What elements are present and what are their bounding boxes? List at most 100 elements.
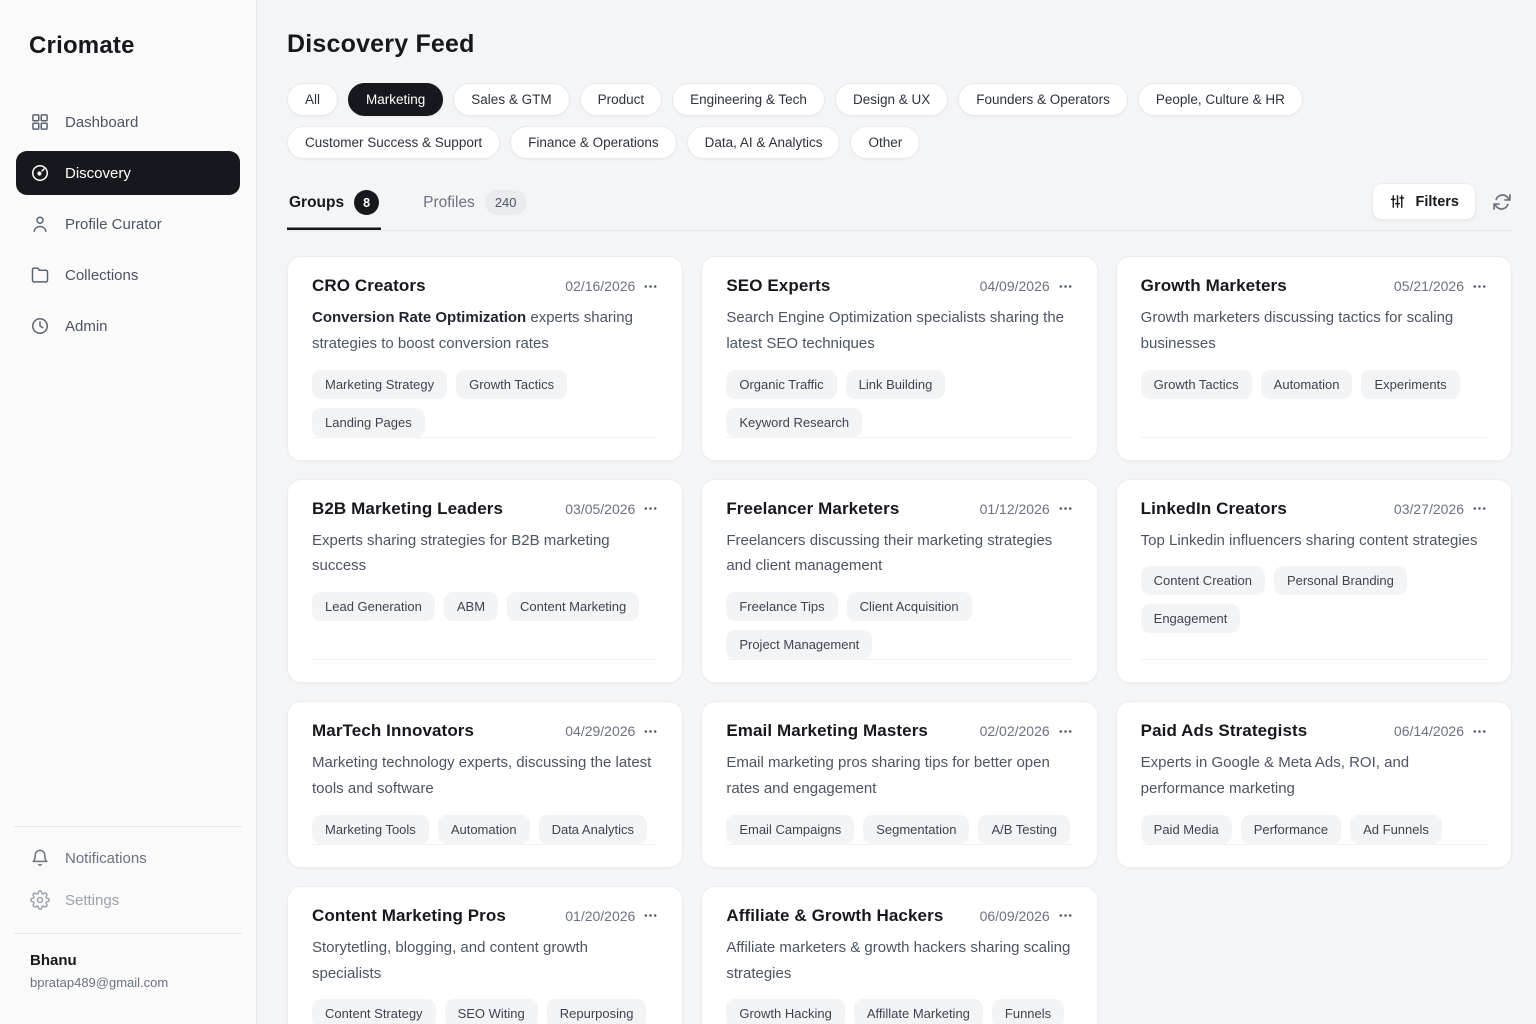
sidebar: Criomate DashboardDiscoveryProfile Curat… (0, 0, 257, 1024)
filter-chip-sales-gtm[interactable]: Sales & GTM (453, 83, 569, 116)
group-description: Experts sharing strategies for B2B marke… (312, 528, 658, 580)
group-tag: ABM (444, 592, 498, 621)
group-tag: Freelance Tips (726, 592, 837, 621)
group-meta: 02/16/2026 (565, 278, 658, 294)
ellipsis-menu-icon[interactable] (643, 279, 658, 294)
main-content: Discovery Feed AllMarketingSales & GTMPr… (257, 0, 1536, 1024)
group-tag: SEO Witing (445, 999, 538, 1024)
group-description: Conversion Rate Optimization experts sha… (312, 305, 658, 357)
groups-grid: CRO Creators 02/16/2026 Conversion Rate Op… (287, 256, 1512, 1024)
filters-button-label: Filters (1415, 194, 1459, 210)
filter-chip-data-ai-analytics[interactable]: Data, AI & Analytics (687, 126, 841, 159)
sidebar-item-dashboard[interactable]: Dashboard (16, 100, 240, 144)
ellipsis-menu-icon[interactable] (1472, 724, 1487, 739)
group-date: 04/09/2026 (980, 278, 1050, 294)
group-tag: Segmentation (863, 815, 969, 844)
group-date: 05/21/2026 (1394, 278, 1464, 294)
tab-groups[interactable]: Groups 8 (287, 186, 381, 230)
group-title: CRO Creators (312, 276, 426, 296)
group-card[interactable]: SEO Experts04/09/2026Search Engine Optim… (701, 256, 1097, 461)
sidebar-item-label: Discovery (65, 165, 131, 182)
group-card-header: Growth Marketers05/21/2026 (1141, 276, 1487, 296)
filter-chip-engineering-tech[interactable]: Engineering & Tech (672, 83, 825, 116)
group-meta: 01/12/2026 (980, 501, 1073, 517)
group-card[interactable]: Freelancer Marketers01/12/2026Freelancer… (701, 479, 1097, 684)
tabs: Groups 8 Profiles 240 (287, 186, 529, 230)
ellipsis-menu-icon[interactable] (643, 724, 658, 739)
group-tag: Paid Media (1141, 815, 1232, 844)
filter-chip-product[interactable]: Product (580, 83, 663, 116)
tabs-row: Groups 8 Profiles 240 Filters (287, 183, 1512, 231)
bell-icon (30, 848, 50, 868)
group-meta: 04/09/2026 (980, 278, 1073, 294)
group-date: 04/29/2026 (565, 723, 635, 739)
group-title: LinkedIn Creators (1141, 499, 1287, 519)
sidebar-item-notifications[interactable]: Notifications (16, 839, 240, 877)
filters-button[interactable]: Filters (1372, 183, 1476, 220)
user-block[interactable]: Bhanu bpratap489@gmail.com (16, 934, 240, 996)
group-meta: 06/09/2026 (980, 908, 1073, 924)
filter-chip-marketing[interactable]: Marketing (348, 83, 443, 116)
sidebar-item-collections[interactable]: Collections (16, 253, 240, 297)
filter-chip-all[interactable]: All (287, 83, 338, 116)
category-filter-chips: All Marketing Sales & GTM Product Engineerin… (287, 83, 1512, 159)
group-description: Experts in Google & Meta Ads, ROI, and p… (1141, 750, 1487, 802)
group-card[interactable]: Email Marketing Masters02/02/2026 Email m… (701, 701, 1097, 868)
group-tag: A/B Testing (978, 815, 1070, 844)
sidebar-item-label: Dashboard (65, 114, 138, 131)
group-card-header: Freelancer Marketers01/12/2026 (726, 499, 1072, 519)
filter-chip-founders-operators[interactable]: Founders & Operators (958, 83, 1128, 116)
ellipsis-menu-icon[interactable] (643, 501, 658, 516)
group-card[interactable]: MarTech Innovators04/29/2026Marketing te… (287, 701, 683, 868)
card-footer-divider (312, 844, 658, 856)
card-footer-divider (312, 659, 658, 671)
tab-profiles[interactable]: Profiles 240 (421, 186, 528, 230)
filter-chip-customer-success-support[interactable]: Customer Success & Support (287, 126, 500, 159)
sidebar-item-discovery[interactable]: Discovery (16, 151, 240, 195)
group-tag: Engagement (1141, 604, 1241, 633)
group-card[interactable]: Affiliate & Growth Hackers06/09/2026Affi… (701, 886, 1097, 1024)
group-meta: 03/05/2026 (565, 501, 658, 517)
ellipsis-menu-icon[interactable] (1472, 501, 1487, 516)
ellipsis-menu-icon[interactable] (1058, 501, 1073, 516)
group-card[interactable]: B2B Marketing Leaders03/05/2026Experts s… (287, 479, 683, 684)
group-tag: Content Strategy (312, 999, 436, 1024)
group-description-lead: Conversion Rate Optimization (312, 309, 526, 326)
group-card-header: CRO Creators 02/16/2026 (312, 276, 658, 296)
group-tags: Marketing ToolsAutomationData Analytics (312, 815, 658, 844)
group-card[interactable]: Growth Marketers05/21/2026 Growth markete… (1116, 256, 1512, 461)
filter-chip-design-ux[interactable]: Design & UX (835, 83, 948, 116)
group-date: 01/12/2026 (980, 501, 1050, 517)
group-tags: Growth HackingAffillate MarketingFunnels (726, 999, 1072, 1024)
group-date: 06/09/2026 (980, 908, 1050, 924)
filter-chip-people-culture-hr[interactable]: People, Culture & HR (1138, 83, 1303, 116)
ellipsis-menu-icon[interactable] (1058, 279, 1073, 294)
group-card[interactable]: Paid Ads Strategists06/14/2026Experts in… (1116, 701, 1512, 868)
group-tag: Personal Branding (1274, 566, 1407, 595)
group-description: Growth marketers discussing tactics for … (1141, 305, 1487, 357)
gear-icon (30, 890, 50, 910)
ellipsis-menu-icon[interactable] (1058, 908, 1073, 923)
sidebar-item-profile-curator[interactable]: Profile Curator (16, 202, 240, 246)
group-card[interactable]: LinkedIn Creators03/27/2026Top Linkedin … (1116, 479, 1512, 684)
sidebar-item-admin[interactable]: Admin (16, 304, 240, 348)
card-footer-divider (1141, 844, 1487, 856)
ellipsis-menu-icon[interactable] (1472, 279, 1487, 294)
group-card[interactable]: CRO Creators 02/16/2026 Conversion Rate Op… (287, 256, 683, 461)
filter-chip-other[interactable]: Other (850, 126, 920, 159)
ellipsis-menu-icon[interactable] (643, 908, 658, 923)
sidebar-bottom: Notifications Settings Bhanu bpratap489@g… (16, 826, 240, 996)
group-card-header: Email Marketing Masters02/02/2026 (726, 721, 1072, 741)
group-tag: Repurposing (547, 999, 647, 1024)
card-footer-divider (726, 844, 1072, 856)
group-card[interactable]: Content Marketing Pros01/20/2026Storytet… (287, 886, 683, 1024)
group-tag: Link Building (846, 370, 946, 399)
profiles-count-badge: 240 (485, 190, 527, 215)
group-tags: Content Strategy SEO Witing Repurposing (312, 999, 658, 1024)
group-card-header: MarTech Innovators04/29/2026 (312, 721, 658, 741)
filter-chip-finance-operations[interactable]: Finance & Operations (510, 126, 677, 159)
sidebar-item-settings[interactable]: Settings (16, 881, 240, 919)
ellipsis-menu-icon[interactable] (1058, 724, 1073, 739)
refresh-icon[interactable] (1492, 192, 1512, 212)
group-description: Email marketing pros sharing tips for be… (726, 750, 1072, 802)
